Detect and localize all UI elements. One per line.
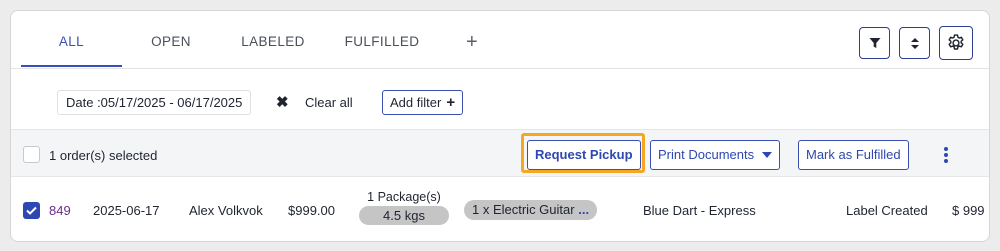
carrier-name: Blue Dart - Express bbox=[643, 203, 756, 218]
print-documents-button[interactable]: Print Documents bbox=[650, 140, 781, 170]
package-info: 1 Package(s) 4.5 kgs bbox=[359, 190, 449, 225]
tab-bar: ALL OPEN LABELED FULFILLED + bbox=[11, 11, 989, 69]
status-text: Label Created bbox=[846, 203, 928, 218]
row-checkbox[interactable] bbox=[23, 202, 40, 219]
filter-bar: Date :05/17/2025 - 06/17/2025 ✖ Clear al… bbox=[11, 69, 989, 129]
mark-fulfilled-button[interactable]: Mark as Fulfilled bbox=[798, 140, 909, 170]
add-tab-button[interactable]: + bbox=[466, 31, 478, 54]
item-pill[interactable]: 1 x Electric Guitar ... bbox=[464, 200, 598, 220]
filter-icon bbox=[869, 38, 880, 48]
tab-fulfilled[interactable]: FULFILLED bbox=[329, 11, 435, 67]
check-icon bbox=[26, 206, 37, 215]
package-count: 1 Package(s) bbox=[367, 190, 441, 204]
filter-button[interactable] bbox=[859, 27, 890, 59]
table-row[interactable]: 849 2025-06-17 Alex Volkvok $999.00 1 Pa… bbox=[11, 178, 989, 241]
print-documents-label: Print Documents bbox=[658, 147, 755, 162]
gear-icon bbox=[948, 34, 964, 50]
select-all-checkbox[interactable] bbox=[23, 146, 40, 163]
tab-labeled[interactable]: LABELED bbox=[231, 11, 315, 67]
sort-button[interactable] bbox=[899, 27, 930, 59]
date-filter-chip[interactable]: Date :05/17/2025 - 06/17/2025 bbox=[57, 90, 252, 115]
package-weight: 4.5 kgs bbox=[359, 206, 449, 225]
amount-cell: $ 999 bbox=[952, 203, 985, 218]
tab-all[interactable]: ALL bbox=[21, 11, 122, 67]
orders-panel: ALL OPEN LABELED FULFILLED + Date :05/17… bbox=[10, 10, 990, 242]
add-filter-label: Add filter bbox=[390, 95, 442, 110]
plus-icon: + bbox=[446, 94, 456, 111]
settings-button[interactable] bbox=[939, 26, 973, 60]
more-options-icon[interactable] bbox=[943, 147, 949, 165]
sort-icon bbox=[910, 37, 919, 49]
order-amount: $999.00 bbox=[288, 203, 335, 218]
item-label: 1 x Electric Guitar bbox=[472, 202, 575, 217]
request-pickup-button[interactable]: Request Pickup bbox=[527, 140, 641, 170]
add-filter-button[interactable]: Add filter + bbox=[382, 90, 464, 115]
selection-count: 1 order(s) selected bbox=[49, 148, 158, 163]
more-items-link[interactable]: ... bbox=[578, 202, 589, 217]
clear-all-link[interactable]: Clear all bbox=[305, 95, 353, 110]
tab-open[interactable]: OPEN bbox=[131, 11, 211, 67]
customer-name: Alex Volkvok bbox=[189, 203, 263, 218]
chevron-down-icon bbox=[762, 152, 773, 158]
bulk-action-bar: 1 order(s) selected Request Pickup Print… bbox=[11, 129, 989, 177]
order-date: 2025-06-17 bbox=[93, 203, 160, 218]
clear-filters-icon[interactable]: ✖ bbox=[276, 93, 289, 111]
order-id-link[interactable]: 849 bbox=[49, 203, 71, 218]
